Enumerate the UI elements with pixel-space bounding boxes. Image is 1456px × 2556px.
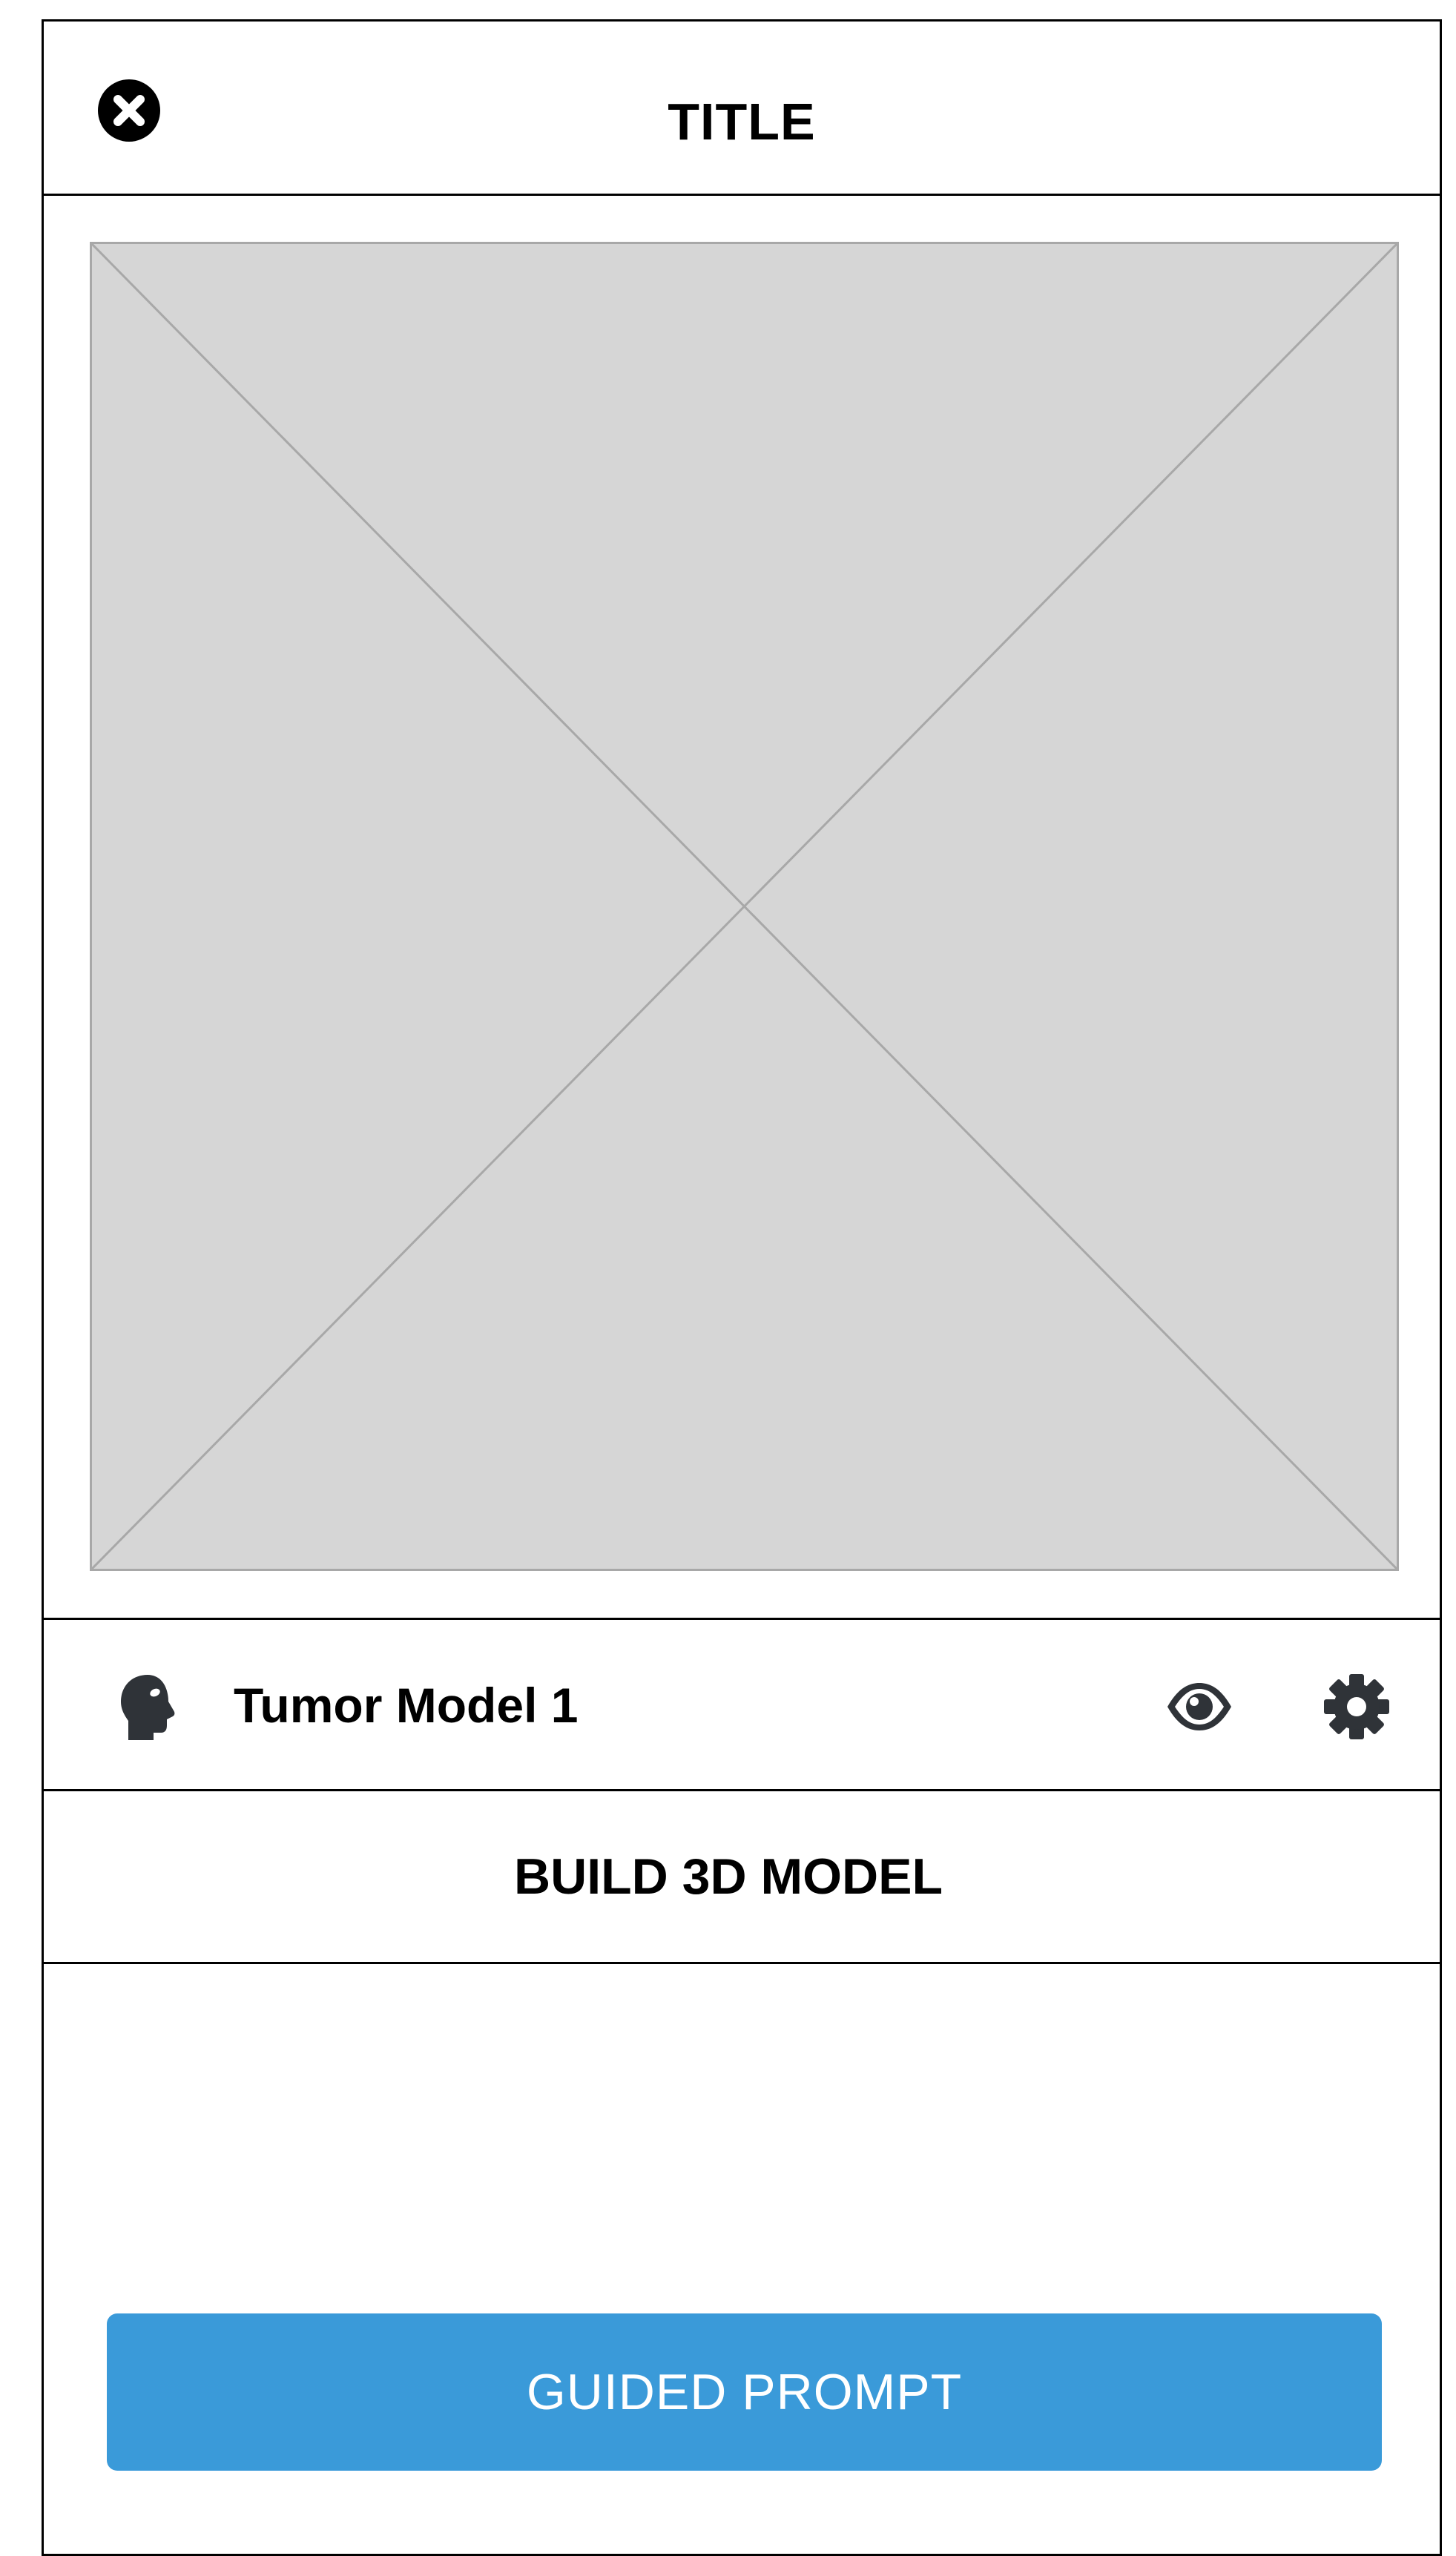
placeholder-cross-icon [92,244,1397,1569]
build-3d-model-button[interactable]: BUILD 3D MODEL [44,1789,1440,1964]
model-list-item[interactable]: Tumor Model 1 [44,1618,1440,1791]
model-preview-section [44,196,1440,1640]
guided-prompt-button[interactable]: GUIDED PROMPT [107,2313,1382,2471]
settings-button[interactable] [1323,1673,1390,1740]
head-profile-icon [118,1673,177,1742]
build-3d-model-label: BUILD 3D MODEL [514,1848,943,1905]
model-name: Tumor Model 1 [234,1678,579,1733]
app-screen: TITLE Tumor Model 1 BUILD 3D MODEL GUIDE… [42,19,1442,2556]
gear-icon [1324,1674,1389,1739]
page-title: TITLE [668,93,816,151]
eye-icon [1167,1683,1231,1730]
header-bar: TITLE [44,22,1440,196]
view-button[interactable] [1165,1681,1233,1733]
image-placeholder [90,242,1399,1571]
